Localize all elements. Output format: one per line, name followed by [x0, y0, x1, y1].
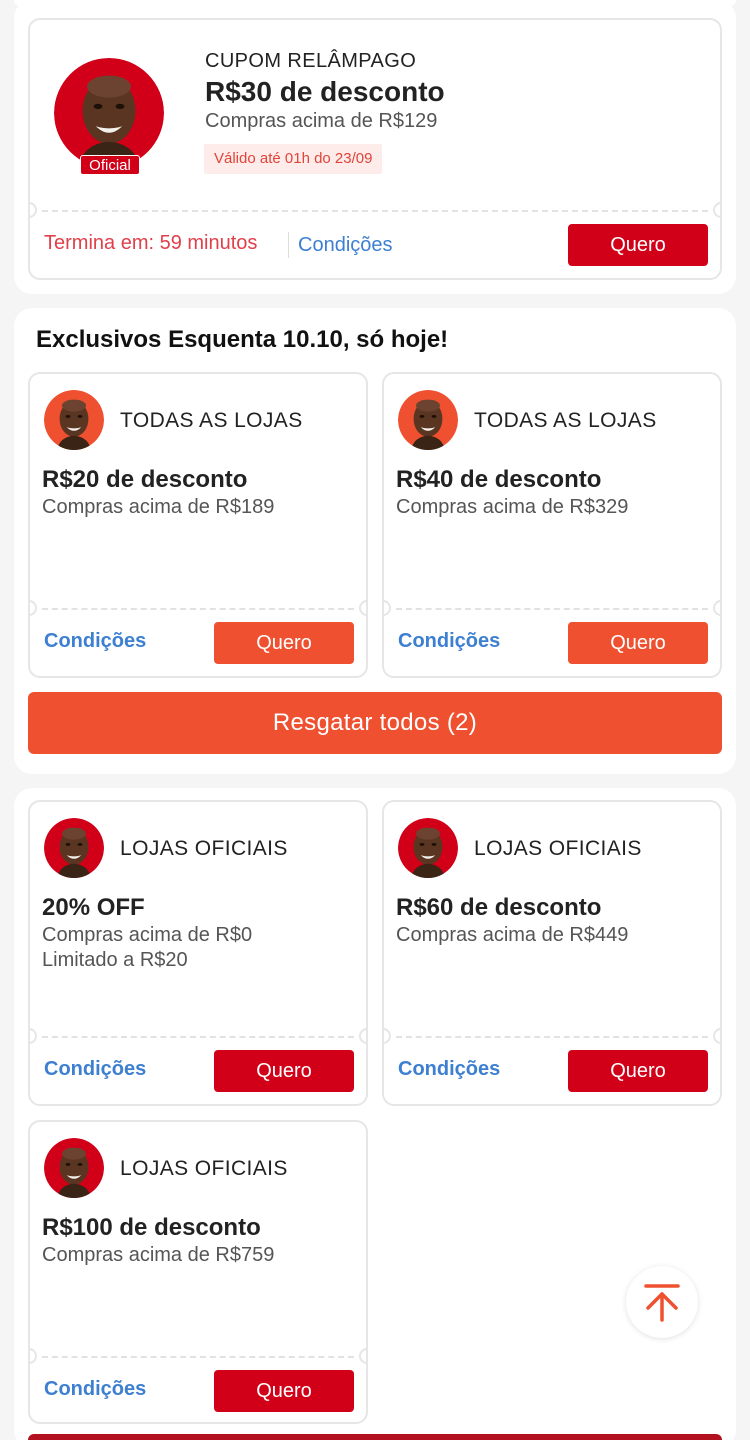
conditions-link[interactable]: Condições — [44, 1058, 146, 1081]
coupon-scope: TODAS AS LOJAS — [120, 409, 303, 432]
ticket-notch-left — [30, 600, 37, 616]
min-purchase-text: Compras acima de R$189 — [42, 496, 275, 518]
ticket-divider — [42, 210, 708, 212]
flash-coupon-panel: Oficial CUPOM RELÂMPAGO R$30 de desconto… — [14, 0, 736, 294]
min-purchase-text: Compras acima de R$759 — [42, 1244, 275, 1266]
ticket-notch-right — [359, 1348, 366, 1364]
coupon-title: R$60 de desconto — [396, 894, 602, 921]
validity-badge: Válido até 01h do 23/09 — [204, 144, 383, 174]
redeem-all-button[interactable]: Resgatar todos (2) — [28, 692, 722, 754]
flash-coupon-card: Oficial CUPOM RELÂMPAGO R$30 de desconto… — [28, 18, 722, 280]
avatar — [44, 818, 104, 878]
ticket-notch-right — [359, 1028, 366, 1044]
quero-button[interactable]: Quero — [214, 622, 354, 664]
conditions-link[interactable]: Condições — [398, 630, 500, 653]
coupon-card: TODAS AS LOJAS R$20 de desconto Compras … — [28, 372, 368, 678]
exclusive-section: Exclusivos Esquenta 10.10, só hoje! TODA… — [14, 308, 736, 774]
min-purchase-text: Compras acima de R$0 — [42, 924, 253, 946]
coupon-type-label: CUPOM RELÂMPAGO — [205, 50, 417, 72]
conditions-link[interactable]: Condições — [44, 1378, 146, 1401]
ticket-notch-left — [30, 202, 37, 218]
ticket-notch-left — [30, 1348, 37, 1364]
conditions-link[interactable]: Condições — [398, 1058, 500, 1081]
ticket-divider — [396, 1036, 708, 1038]
quero-button[interactable]: Quero — [214, 1370, 354, 1412]
coupon-title: R$20 de desconto — [42, 466, 248, 493]
ticket-divider — [42, 608, 354, 610]
coupon-card: LOJAS OFICIAIS R$100 de desconto Compras… — [28, 1120, 368, 1424]
ticket-notch-left — [30, 1028, 37, 1044]
limit-text: Limitado a R$20 — [42, 949, 188, 971]
min-purchase-text: Compras acima de R$129 — [205, 110, 438, 132]
ticket-notch-right — [713, 600, 720, 616]
ticket-notch-right — [713, 202, 720, 218]
avatar — [44, 1138, 104, 1198]
coupon-title: R$40 de desconto — [396, 466, 602, 493]
ticket-notch-right — [359, 600, 366, 616]
quero-button[interactable]: Quero — [214, 1050, 354, 1092]
coupon-title: R$30 de desconto — [205, 76, 445, 107]
section-heading: Exclusivos Esquenta 10.10, só hoje! — [36, 326, 449, 353]
quero-button[interactable]: Quero — [568, 1050, 708, 1092]
conditions-link[interactable]: Condições — [44, 630, 146, 653]
coupon-scope: LOJAS OFICIAIS — [120, 1157, 288, 1180]
ticket-divider — [42, 1036, 354, 1038]
quero-button[interactable]: Quero — [568, 224, 708, 266]
quero-button[interactable]: Quero — [568, 622, 708, 664]
ticket-notch-left — [384, 1028, 391, 1044]
coupon-card: TODAS AS LOJAS R$40 de desconto Compras … — [382, 372, 722, 678]
coupon-scope: LOJAS OFICIAIS — [120, 837, 288, 860]
ticket-divider — [42, 1356, 354, 1358]
brand-avatar — [54, 58, 164, 168]
ticket-divider — [396, 608, 708, 610]
divider — [288, 232, 289, 258]
coupon-card: LOJAS OFICIAIS R$60 de desconto Compras … — [382, 800, 722, 1106]
ticket-notch-right — [713, 1028, 720, 1044]
arrow-up-to-top-icon — [644, 1284, 680, 1322]
min-purchase-text: Compras acima de R$449 — [396, 924, 629, 946]
official-badge: Oficial — [80, 155, 140, 175]
scroll-to-top-button[interactable] — [626, 1266, 698, 1338]
avatar — [398, 390, 458, 450]
conditions-link[interactable]: Condições — [298, 234, 393, 257]
official-stores-section: LOJAS OFICIAIS 20% OFF Compras acima de … — [14, 788, 736, 1440]
min-purchase-text: Compras acima de R$329 — [396, 496, 629, 518]
bottom-bar-edge — [28, 1434, 722, 1440]
countdown-text: Termina em: 59 minutos — [44, 232, 258, 254]
coupon-title: R$100 de desconto — [42, 1214, 261, 1241]
ticket-notch-left — [384, 600, 391, 616]
coupon-title: 20% OFF — [42, 894, 145, 921]
coupon-card: LOJAS OFICIAIS 20% OFF Compras acima de … — [28, 800, 368, 1106]
coupon-scope: LOJAS OFICIAIS — [474, 837, 642, 860]
avatar — [398, 818, 458, 878]
avatar — [44, 390, 104, 450]
coupon-scope: TODAS AS LOJAS — [474, 409, 657, 432]
